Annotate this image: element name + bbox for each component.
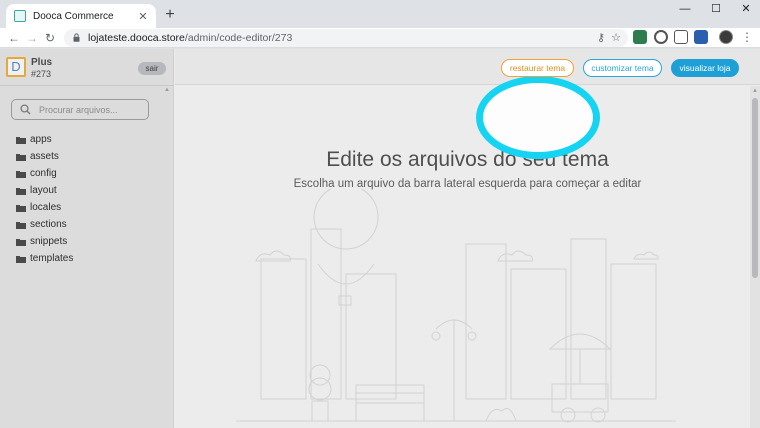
folder-label: layout xyxy=(30,185,57,196)
address-bar[interactable]: lojateste.dooca.store/admin/code-editor/… xyxy=(64,29,628,47)
customize-theme-button[interactable]: customizar tema xyxy=(583,59,662,77)
browser-tab-bar: Dooca Commerce ✕ + — ☐ ✕ xyxy=(0,0,760,28)
extension-circle-icon[interactable] xyxy=(654,30,668,44)
building-shape xyxy=(345,273,397,400)
folder-label: sections xyxy=(30,219,67,230)
theme-id: #273 xyxy=(31,69,52,79)
folder-item-apps[interactable]: apps xyxy=(16,131,73,148)
folder-label: templates xyxy=(30,253,74,264)
view-store-button[interactable]: visualizar loja xyxy=(671,59,739,77)
reload-button[interactable]: ↻ xyxy=(42,30,58,46)
folder-label: apps xyxy=(30,134,52,145)
restore-theme-button[interactable]: restaurar tema xyxy=(501,59,574,77)
bench-shape xyxy=(355,384,425,404)
building-shape xyxy=(510,268,567,400)
umbrella-shape xyxy=(548,333,612,350)
folder-icon xyxy=(16,187,26,195)
folder-label: snippets xyxy=(30,236,68,247)
browser-tab[interactable]: Dooca Commerce ✕ xyxy=(6,4,156,28)
folder-icon xyxy=(16,204,26,212)
code-editor-page: D Plus #273 sair ▲ apps assets config layou… xyxy=(0,49,760,428)
folder-item-locales[interactable]: locales xyxy=(16,199,73,216)
file-search-box[interactable] xyxy=(11,99,149,120)
close-window-button[interactable]: ✕ xyxy=(731,0,760,20)
folder-label: config xyxy=(30,168,57,179)
building-shape xyxy=(260,258,307,400)
lock-icon[interactable] xyxy=(73,33,80,42)
theme-logo: D xyxy=(6,57,26,77)
back-button[interactable]: ← xyxy=(6,30,22,46)
lamp-light-shape xyxy=(467,331,477,341)
close-tab-icon[interactable]: ✕ xyxy=(136,10,150,23)
key-icon[interactable]: ⚷ xyxy=(594,31,608,45)
cart-wheel-shape xyxy=(560,407,576,423)
new-tab-button[interactable]: + xyxy=(162,6,178,24)
folder-list: apps assets config layout locales sections sni… xyxy=(16,131,73,267)
bush-shape xyxy=(485,408,517,422)
tab-title: Dooca Commerce xyxy=(33,10,114,22)
tree-pot-shape xyxy=(311,400,329,422)
extension-green-icon[interactable] xyxy=(633,30,647,44)
folder-label: assets xyxy=(30,151,59,162)
cart-wheel-shape xyxy=(590,407,606,423)
folder-label: locales xyxy=(30,202,62,213)
page-scrollbar[interactable]: ▲ xyxy=(750,86,760,428)
sidebar-divider xyxy=(0,85,174,86)
minimize-window-button[interactable]: — xyxy=(670,0,700,20)
folder-icon xyxy=(16,238,26,246)
building-shape xyxy=(465,243,507,400)
building-shape xyxy=(310,228,342,400)
building-shape xyxy=(570,238,607,400)
scroll-thumb[interactable] xyxy=(752,98,758,278)
logout-button[interactable]: sair xyxy=(138,62,166,75)
folder-item-snippets[interactable]: snippets xyxy=(16,233,73,250)
browser-menu-icon[interactable]: ⋮ xyxy=(741,29,753,45)
url-host: lojateste.dooca.store xyxy=(88,32,185,44)
folder-icon xyxy=(16,170,26,178)
tree-shape xyxy=(308,377,332,401)
dooca-favicon-icon xyxy=(14,10,26,22)
editor-topbar: customizar tema visualizar loja xyxy=(175,49,760,85)
profile-avatar[interactable] xyxy=(719,30,733,44)
folder-icon xyxy=(16,255,26,263)
folder-item-sections[interactable]: sections xyxy=(16,216,73,233)
building-shape xyxy=(610,263,657,400)
camera-extension-icon[interactable] xyxy=(674,30,688,44)
folder-icon xyxy=(16,136,26,144)
maximize-window-button[interactable]: ☐ xyxy=(701,0,731,20)
folder-item-assets[interactable]: assets xyxy=(16,148,73,165)
lamp-light-shape xyxy=(431,331,441,341)
search-icon xyxy=(20,104,31,115)
browser-toolbar: ← → ↻ lojateste.dooca.store/admin/code-e… xyxy=(0,28,760,48)
cloud-shape xyxy=(633,251,659,260)
cloud-shape xyxy=(497,250,533,262)
bookmark-star-icon[interactable]: ☆ xyxy=(609,31,623,45)
url-path: /admin/code-editor/273 xyxy=(184,32,293,44)
folder-item-templates[interactable]: templates xyxy=(16,250,73,267)
forward-button[interactable]: → xyxy=(24,30,40,46)
url-text[interactable]: lojateste.dooca.store/admin/code-editor/… xyxy=(88,32,292,44)
highlight-ring xyxy=(476,76,600,159)
file-sidebar: D Plus #273 sair ▲ apps assets config layou… xyxy=(0,49,174,428)
file-search-input[interactable] xyxy=(39,104,145,116)
folder-item-config[interactable]: config xyxy=(16,165,73,182)
folder-icon xyxy=(16,221,26,229)
empty-state-title: Edite os arquivos do seu tema xyxy=(326,148,609,171)
city-park-illustration xyxy=(236,189,676,423)
theme-name: Plus xyxy=(31,57,53,68)
extension-blue-icon[interactable] xyxy=(694,30,708,44)
folder-item-layout[interactable]: layout xyxy=(16,182,73,199)
folder-icon xyxy=(16,153,26,161)
balloon-shape xyxy=(313,189,379,250)
tree-shape xyxy=(309,364,331,386)
sidebar-scroll-up-arrow[interactable]: ▲ xyxy=(164,87,170,93)
scroll-up-arrow[interactable]: ▲ xyxy=(752,88,758,94)
